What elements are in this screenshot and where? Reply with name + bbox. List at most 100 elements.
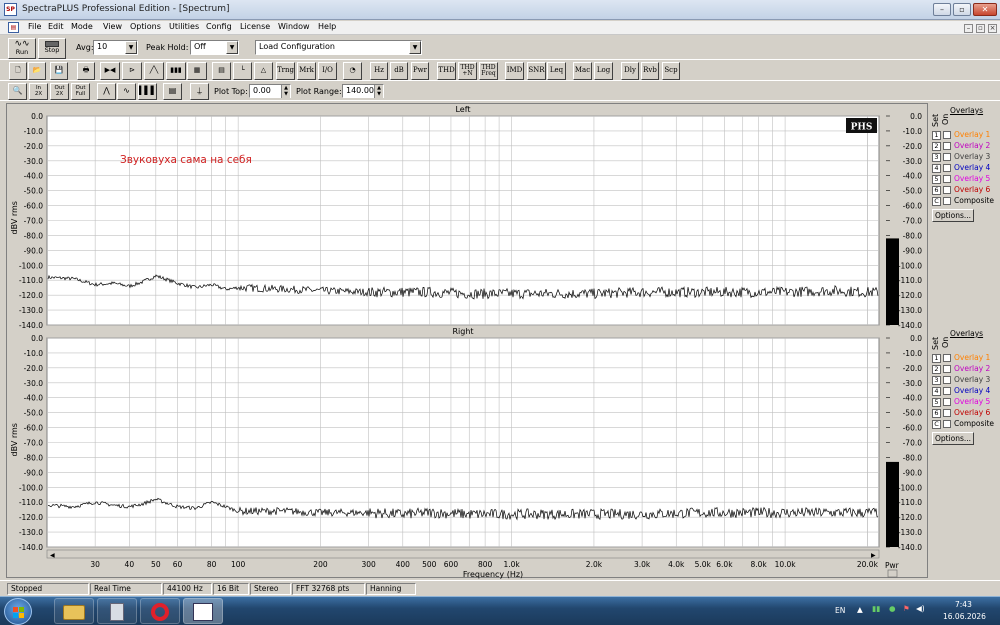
y-tick-label: -10.0 [24,127,44,136]
overlay-set-button[interactable]: 6 [932,408,941,418]
overlays-title: Overlays [950,106,984,115]
right-tick-label: -30.0 [903,379,923,388]
overlay-checkbox[interactable] [943,131,951,139]
right-tick-label: -80.0 [903,453,923,462]
set-label: Set [931,336,940,350]
right-tick-label: -110.0 [898,276,922,285]
x-tick-label: 80 [207,560,217,569]
spectraplus-icon [193,603,213,621]
overlay-checkbox[interactable] [943,354,951,362]
chart-title: Right [452,327,473,336]
right-tick-label: -90.0 [903,468,923,477]
horizontal-scrollbar[interactable] [46,549,880,559]
network-icon[interactable]: ▮▮ [872,604,880,613]
overlay-checkbox[interactable] [943,175,951,183]
antivirus-icon[interactable]: ● [889,604,896,613]
overlay-row[interactable]: 1 Overlay 1 [932,352,990,363]
clock-date[interactable]: 16.06.2026 [943,612,986,621]
x-tick-label: 30 [90,560,100,569]
language-indicator[interactable]: EN [835,606,845,615]
composite-checkbox[interactable] [943,420,951,428]
y-tick-label: -60.0 [24,202,44,211]
scroll-left-icon[interactable]: ◀ [50,552,55,559]
overlay-set-button[interactable]: 4 [932,386,941,396]
composite-row[interactable]: C Composite [932,418,994,429]
x-tick-label: 50 [151,560,161,569]
flag-icon[interactable]: ⚑ [903,604,910,613]
overlay-set-button[interactable]: 3 [932,152,941,162]
opera-taskbar-button[interactable] [140,598,180,624]
overlay-row[interactable]: 3 Overlay 3 [932,374,990,385]
overlay-label: Overlay 6 [954,185,991,194]
overlay-set-button[interactable]: 3 [932,375,941,385]
overlay-label: Overlay 2 [954,141,991,150]
overlay-set-button[interactable]: 2 [932,141,941,151]
overlay-set-button[interactable]: 4 [932,163,941,173]
overlay-options-button[interactable]: Options... [932,432,974,445]
start-button[interactable] [4,598,32,625]
overlay-set-button[interactable]: 1 [932,353,941,363]
calculator-taskbar-button[interactable] [97,598,137,624]
overlay-label: Overlay 3 [954,375,991,384]
x-tick-label: 100 [231,560,246,569]
overlay-row[interactable]: 2 Overlay 2 [932,363,990,374]
explorer-taskbar-button[interactable] [54,598,94,624]
right-tick-label: -60.0 [903,424,923,433]
chart-title: Left [455,105,470,114]
composite-label: Composite [954,419,995,428]
scroll-right-icon[interactable]: ▶ [871,552,876,559]
x-tick-label: 600 [444,560,459,569]
y-tick-label: -50.0 [24,409,44,418]
status-cell: 44100 Hz [163,583,212,595]
overlay-row[interactable]: 1 Overlay 1 [932,129,990,140]
overlay-set-button[interactable]: 2 [932,364,941,374]
overlay-row[interactable]: 5 Overlay 5 [932,396,990,407]
right-tick-label: -100.0 [898,261,922,270]
overlay-set-button[interactable]: 6 [932,185,941,195]
y-tick-label: -80.0 [24,453,44,462]
overlay-set-button[interactable]: 1 [932,130,941,140]
overlay-checkbox[interactable] [943,387,951,395]
overlay-checkbox[interactable] [943,365,951,373]
overlay-checkbox[interactable] [943,409,951,417]
annotation-text: Звуковуха сама на себя [120,154,252,166]
composite-checkbox[interactable] [943,197,951,205]
overlay-checkbox[interactable] [943,142,951,150]
overlay-checkbox[interactable] [943,186,951,194]
overlay-label: Overlay 5 [954,397,991,406]
overlay-row[interactable]: 2 Overlay 2 [932,140,990,151]
x-tick-label: 8.0k [750,560,767,569]
overlay-label: Overlay 5 [954,174,991,183]
overlay-checkbox[interactable] [943,164,951,172]
overlay-set-button[interactable]: 5 [932,174,941,184]
overlay-row[interactable]: 4 Overlay 4 [932,162,990,173]
composite-set-button[interactable]: C [932,196,941,206]
overlay-checkbox[interactable] [943,376,951,384]
overlay-row[interactable]: 6 Overlay 6 [932,184,990,195]
y-tick-label: -130.0 [19,528,43,537]
overlay-checkbox[interactable] [943,398,951,406]
right-tick-label: -30.0 [903,157,923,166]
pwr-scroll-icon[interactable] [887,569,898,578]
taskbar: EN ▲ ▮▮ ● ⚑ ◀) 7:43 16.06.2026 [0,596,1000,625]
composite-label: Composite [954,196,995,205]
composite-set-button[interactable]: C [932,419,941,429]
clock-time[interactable]: 7:43 [955,600,972,609]
spectraplus-taskbar-button[interactable] [183,598,223,624]
overlay-row[interactable]: 4 Overlay 4 [932,385,990,396]
y-tick-label: -40.0 [24,172,44,181]
overlay-row[interactable]: 3 Overlay 3 [932,151,990,162]
overlay-row[interactable]: 5 Overlay 5 [932,173,990,184]
x-tick-label: 3.0k [634,560,651,569]
overlay-label: Overlay 3 [954,152,991,161]
overlay-set-button[interactable]: 5 [932,397,941,407]
overlay-row[interactable]: 6 Overlay 6 [932,407,990,418]
right-tick-label: -140.0 [898,543,922,552]
right-tick-label: -120.0 [898,291,922,300]
composite-row[interactable]: C Composite [932,195,994,206]
volume-icon[interactable]: ◀) [916,604,925,613]
y-tick-label: -20.0 [24,142,44,151]
chevron-up-icon[interactable]: ▲ [857,605,863,614]
overlay-checkbox[interactable] [943,153,951,161]
overlay-options-button[interactable]: Options... [932,209,974,222]
